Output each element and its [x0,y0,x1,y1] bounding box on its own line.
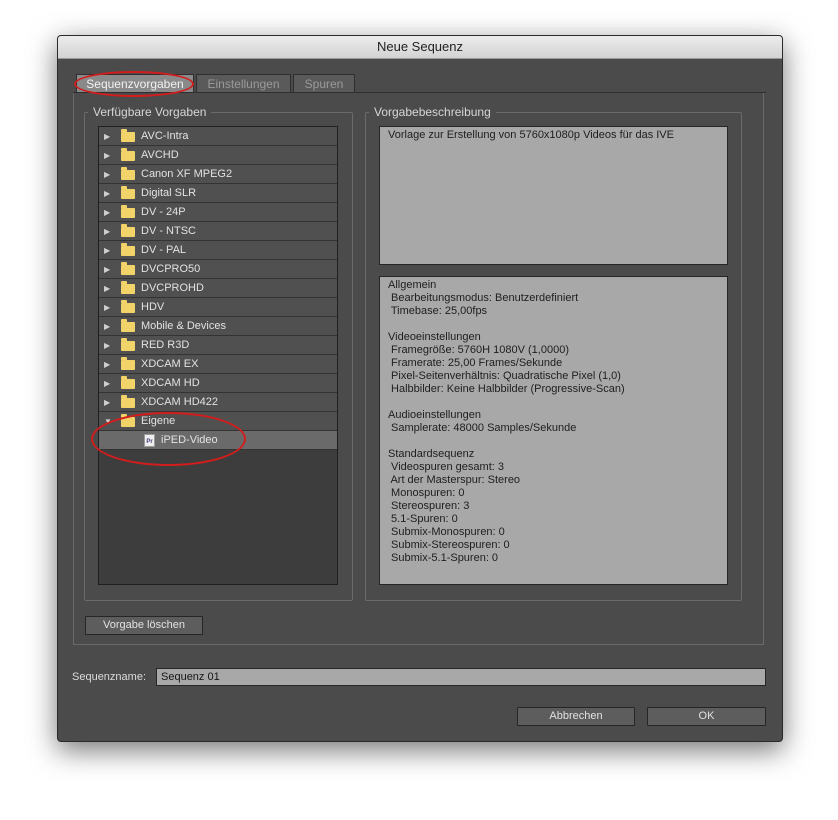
detail-line: Monospuren: 0 [388,487,465,499]
preset-folder-label: Digital SLR [141,187,197,199]
preset-folder[interactable]: ▶ DV - 24P [99,203,337,222]
folder-icon [121,395,135,408]
folder-icon [121,262,135,275]
expand-arrow-icon[interactable]: ▶ [104,374,114,393]
preset-folder-label: HDV [141,301,165,313]
highlight-ellipse-tab [74,71,194,97]
preset-folder-label: DVCPROHD [141,282,204,294]
preset-folder[interactable]: ▶ DVCPROHD [99,279,337,298]
folder-icon [121,224,135,237]
description-group-title: Vorgabebeschreibung [369,105,496,119]
detail-line: 5.1-Spuren: 0 [388,513,458,525]
folder-icon [121,129,135,142]
detail-line: Framerate: 25,00 Frames/Sekunde [388,357,563,369]
preset-folder[interactable]: ▶ AVC-Intra [99,127,337,146]
folder-icon [121,167,135,180]
preset-folder[interactable]: ▶ XDCAM EX [99,355,337,374]
detail-line: Bearbeitungsmodus: Benutzerdefiniert [388,292,579,304]
delete-preset-button[interactable]: Vorgabe löschen [85,616,203,635]
detail-line: Allgemein [388,279,437,291]
detail-line: Art der Masterspur: Stereo [388,474,521,486]
expand-arrow-icon[interactable]: ▶ [104,260,114,279]
preset-folder[interactable]: ▶ Mobile & Devices [99,317,337,336]
preset-folder-label: DV - 24P [141,206,186,218]
expand-arrow-icon[interactable]: ▶ [104,127,114,146]
preset-folder-label: AVCHD [141,149,179,161]
preset-folder-label: XDCAM HD [141,377,200,389]
preset-folder[interactable]: ▶ DV - PAL [99,241,337,260]
preset-folder[interactable]: ▶ AVCHD [99,146,337,165]
expand-arrow-icon[interactable]: ▶ [104,279,114,298]
preset-folder[interactable]: ▶ XDCAM HD [99,374,337,393]
expand-arrow-icon[interactable]: ▶ [104,184,114,203]
preset-folder-label: XDCAM HD422 [141,396,219,408]
tab-einstellungen[interactable]: Einstellungen [196,74,291,92]
detail-line: Submix-5.1-Spuren: 0 [388,552,499,564]
detail-line: Halbbilder: Keine Halbbilder (Progressiv… [388,383,625,395]
detail-line: Samplerate: 48000 Samples/Sekunde [388,422,577,434]
sequence-name-label: Sequenzname: [72,671,146,683]
detail-line: Stereospuren: 3 [388,500,470,512]
expand-arrow-icon[interactable]: ▶ [104,165,114,184]
expand-arrow-icon[interactable]: ▶ [104,317,114,336]
ok-button[interactable]: OK [647,707,766,726]
preset-folder[interactable]: ▶ XDCAM HD422 [99,393,337,412]
dialog-title: Neue Sequenz [58,36,782,59]
preset-details: Allgemein Bearbeitungsmodus: Benutzerdef… [379,276,728,585]
preset-folder-label: Canon XF MPEG2 [141,168,233,180]
expand-arrow-icon[interactable]: ▶ [104,241,114,260]
preset-folder-label: DVCPRO50 [141,263,201,275]
detail-line: Framegröße: 5760H 1080V (1,0000) [388,344,569,356]
preset-folder-label: DV - PAL [141,244,187,256]
folder-icon [121,338,135,351]
preset-folder[interactable]: ▶ Digital SLR [99,184,337,203]
description-text: Vorlage zur Erstellung von 5760x1080p Vi… [388,129,674,141]
folder-icon [121,205,135,218]
detail-line: Standardsequenz [388,448,475,460]
preset-folder-label: XDCAM EX [141,358,199,370]
detail-line: Timebase: 25,00fps [388,305,488,317]
cancel-button[interactable]: Abbrechen [517,707,635,726]
preset-description: Vorlage zur Erstellung von 5760x1080p Vi… [379,126,728,265]
folder-icon [121,376,135,389]
expand-arrow-icon[interactable]: ▶ [104,393,114,412]
preset-folder-label: RED R3D [141,339,190,351]
expand-arrow-icon[interactable]: ▶ [104,355,114,374]
folder-icon [121,300,135,313]
detail-line: Submix-Monospuren: 0 [388,526,505,538]
presets-group-title: Verfügbare Vorgaben [88,105,212,119]
folder-icon [121,319,135,332]
preset-folder[interactable]: ▶ RED R3D [99,336,337,355]
preset-folder[interactable]: ▶ DV - NTSC [99,222,337,241]
expand-arrow-icon[interactable]: ▶ [104,336,114,355]
expand-arrow-icon[interactable]: ▶ [104,146,114,165]
folder-icon [121,357,135,370]
detail-line: Submix-Stereospuren: 0 [388,539,510,551]
expand-arrow-icon[interactable]: ▶ [104,298,114,317]
folder-icon [121,186,135,199]
detail-line: Pixel-Seitenverhältnis: Quadratische Pix… [388,370,621,382]
preset-folder-label: AVC-Intra [141,130,189,142]
expand-arrow-icon[interactable]: ▶ [104,203,114,222]
detail-line: Videoeinstellungen [388,331,481,343]
highlight-ellipse-preset [91,412,246,466]
preset-folder[interactable]: ▶ HDV [99,298,337,317]
folder-icon [121,148,135,161]
tab-spuren[interactable]: Spuren [293,74,355,92]
new-sequence-dialog: Neue Sequenz Sequenzvorgaben Einstellung… [57,35,783,742]
presets-tree[interactable]: ▶ AVC-Intra ▶ AVCHD ▶ Canon XF MPEG2 ▶ Digital … [98,126,338,585]
preset-folder[interactable]: ▶ DVCPRO50 [99,260,337,279]
detail-line: Videospuren gesamt: 3 [388,461,504,473]
folder-icon [121,243,135,256]
sequence-name-input[interactable]: Sequenz 01 [156,668,766,686]
expand-arrow-icon[interactable]: ▶ [104,222,114,241]
preset-folder-label: Mobile & Devices [141,320,226,332]
detail-line: Audioeinstellungen [388,409,481,421]
preset-folder[interactable]: ▶ Canon XF MPEG2 [99,165,337,184]
folder-icon [121,281,135,294]
preset-folder-label: DV - NTSC [141,225,196,237]
